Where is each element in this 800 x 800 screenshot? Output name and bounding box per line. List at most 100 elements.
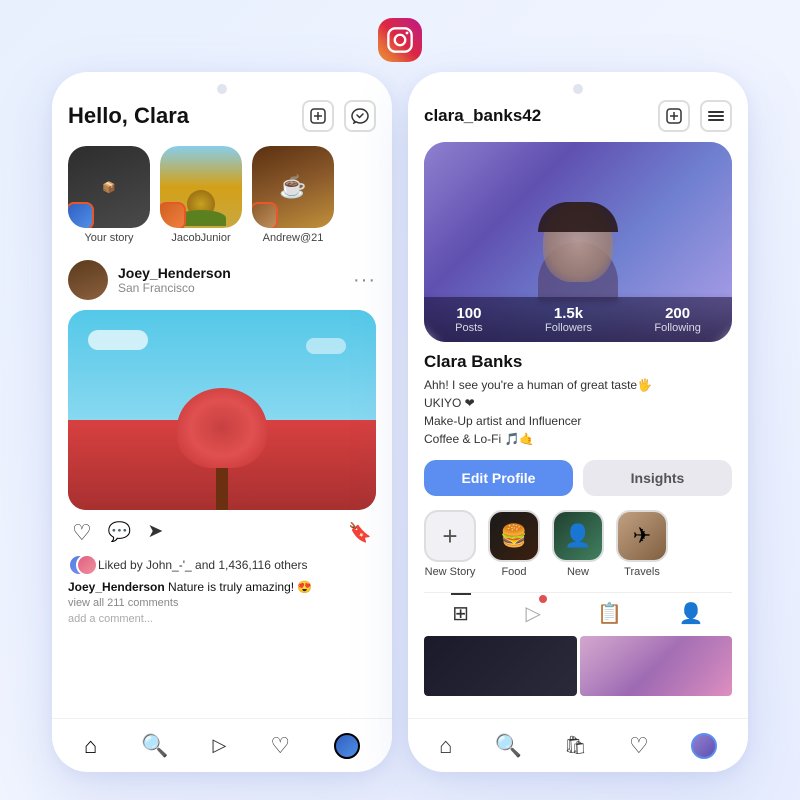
profile-display-name: Clara Banks bbox=[424, 352, 732, 372]
stat-following: 200 Following bbox=[654, 305, 700, 334]
stat-followers: 1.5k Followers bbox=[545, 305, 592, 334]
stat-following-label: Following bbox=[654, 322, 700, 334]
post-username: Joey_Henderson bbox=[118, 265, 231, 281]
grid-tab-tagged[interactable]: 👤 bbox=[679, 601, 704, 626]
story-label-andrew: Andrew@21 bbox=[263, 232, 324, 244]
highlight-new-label: New bbox=[567, 566, 589, 578]
highlight-travels[interactable]: ✈ Travels bbox=[616, 510, 668, 578]
post-actions: ♡ 💬 ➤ 🔖 bbox=[68, 520, 376, 546]
left-phone-header: Hello, Clara bbox=[68, 100, 376, 132]
story-img-jacob bbox=[160, 146, 242, 228]
stat-posts-number: 100 bbox=[455, 305, 483, 322]
profile-bio: Ahh! I see you're a human of great taste… bbox=[424, 376, 732, 448]
post-image bbox=[68, 310, 376, 510]
story-label-your-story: Your story bbox=[84, 232, 133, 244]
story-item-your-story[interactable]: 📦 Your story bbox=[68, 146, 150, 244]
left-phone: Hello, Clara bbox=[52, 72, 392, 772]
view-comments[interactable]: view all 211 comments bbox=[68, 597, 376, 609]
highlight-food[interactable]: 🍔 Food bbox=[488, 510, 540, 578]
grid-tabs: ⊞ ▷ 📋 👤 bbox=[424, 592, 732, 632]
right-nav-profile[interactable] bbox=[691, 733, 717, 759]
instagram-logo bbox=[378, 18, 422, 62]
highlight-travels-label: Travels bbox=[624, 566, 660, 578]
add-comment-input[interactable]: add a comment... bbox=[68, 613, 376, 625]
stat-posts: 100 Posts bbox=[455, 305, 483, 334]
post-options-button[interactable]: ··· bbox=[353, 269, 376, 292]
nav-home-button[interactable]: ⌂ bbox=[84, 733, 97, 759]
comment-button[interactable]: 💬 bbox=[108, 520, 132, 546]
nav-reels-button[interactable]: ▷ bbox=[213, 735, 227, 756]
bio-line1: Ahh! I see you're a human of great taste… bbox=[424, 378, 652, 392]
likes-text: Liked by John_-'_ and 1,436,116 others bbox=[98, 558, 308, 572]
like-button[interactable]: ♡ bbox=[72, 520, 92, 546]
bio-line2: UKIYO ❤ bbox=[424, 396, 475, 410]
highlight-food-circle: 🍔 bbox=[488, 510, 540, 562]
stat-followers-label: Followers bbox=[545, 322, 592, 334]
highlight-travels-circle: ✈ bbox=[616, 510, 668, 562]
story-item-jacob[interactable]: JacobJunior bbox=[160, 146, 242, 244]
post-caption: Joey_Henderson Nature is truly amazing! … bbox=[68, 580, 376, 594]
story-img-andrew: ☕ bbox=[252, 146, 334, 228]
right-header-icons bbox=[658, 100, 732, 132]
nav-likes-button[interactable]: ♡ bbox=[270, 733, 290, 759]
story-img-your-story: 📦 bbox=[68, 146, 150, 228]
post-actions-left: ♡ 💬 ➤ bbox=[72, 520, 163, 546]
post-user-details: Joey_Henderson San Francisco bbox=[118, 265, 231, 295]
grid-tab-reels[interactable]: ▷ bbox=[526, 601, 541, 626]
post-location: San Francisco bbox=[118, 281, 231, 295]
grid-tab-igtv[interactable]: 📋 bbox=[597, 601, 622, 626]
highlight-food-label: Food bbox=[501, 566, 526, 578]
profile-stats: 100 Posts 1.5k Followers 200 Following bbox=[424, 297, 732, 342]
post-user-avatar bbox=[68, 260, 108, 300]
likes-avatars bbox=[68, 554, 92, 576]
story-label-jacob: JacobJunior bbox=[171, 232, 230, 244]
right-nav-shop[interactable]: 🛍 bbox=[564, 735, 587, 756]
right-phone: clara_banks42 bbox=[408, 72, 748, 772]
highlight-new-story-label: New Story bbox=[425, 566, 476, 578]
post-user-info: Joey_Henderson San Francisco bbox=[68, 260, 231, 300]
bottom-nav-right: ⌂ 🔍 🛍 ♡ bbox=[408, 718, 748, 772]
post-header: Joey_Henderson San Francisco ··· bbox=[68, 260, 376, 300]
right-nav-home[interactable]: ⌂ bbox=[439, 733, 452, 759]
profile-cover: 100 Posts 1.5k Followers 200 Following bbox=[424, 142, 732, 342]
insights-button[interactable]: Insights bbox=[583, 460, 732, 496]
phones-container: Hello, Clara bbox=[32, 72, 768, 772]
reels-badge bbox=[539, 595, 547, 603]
stories-row: 📦 Your story JacobJunior bbox=[68, 146, 376, 244]
save-button[interactable]: 🔖 bbox=[348, 521, 372, 545]
add-post-button[interactable] bbox=[302, 100, 334, 132]
highlight-add-circle: + bbox=[424, 510, 476, 562]
post-likes: Liked by John_-'_ and 1,436,116 others bbox=[68, 554, 376, 576]
edit-profile-button[interactable]: Edit Profile bbox=[424, 460, 573, 496]
highlight-new-story[interactable]: + New Story bbox=[424, 510, 476, 578]
stat-followers-number: 1.5k bbox=[545, 305, 592, 322]
header-icons bbox=[302, 100, 376, 132]
bio-line3: Make-Up artist and Influencer bbox=[424, 414, 581, 428]
profile-action-buttons: Edit Profile Insights bbox=[424, 460, 732, 496]
share-button[interactable]: ➤ bbox=[147, 520, 163, 546]
profile-username-header: clara_banks42 bbox=[424, 106, 541, 126]
story-item-andrew[interactable]: ☕ Andrew@21 bbox=[252, 146, 334, 244]
bottom-nav-left: ⌂ 🔍 ▷ ♡ bbox=[52, 718, 392, 772]
grid-thumb-2[interactable] bbox=[580, 636, 733, 696]
right-nav-likes[interactable]: ♡ bbox=[629, 733, 649, 759]
right-phone-header: clara_banks42 bbox=[424, 100, 732, 132]
profile-grid bbox=[424, 636, 732, 696]
right-nav-search[interactable]: 🔍 bbox=[495, 733, 522, 759]
highlight-new-circle: 👤 bbox=[552, 510, 604, 562]
bio-line4: Coffee & Lo-Fi 🎵🤙 bbox=[424, 432, 534, 446]
highlight-new[interactable]: 👤 New bbox=[552, 510, 604, 578]
nav-profile-button[interactable] bbox=[334, 733, 360, 759]
grid-thumb-1[interactable] bbox=[424, 636, 577, 696]
stat-posts-label: Posts bbox=[455, 322, 483, 334]
right-add-button[interactable] bbox=[658, 100, 690, 132]
caption-username: Joey_Henderson bbox=[68, 580, 165, 594]
grid-tab-posts[interactable]: ⊞ bbox=[452, 601, 469, 626]
caption-text: Nature is truly amazing! 😍 bbox=[168, 580, 312, 594]
nav-search-button[interactable]: 🔍 bbox=[141, 733, 168, 759]
right-menu-button[interactable] bbox=[700, 100, 732, 132]
greeting-text: Hello, Clara bbox=[68, 103, 189, 129]
messenger-button[interactable] bbox=[344, 100, 376, 132]
stat-following-number: 200 bbox=[654, 305, 700, 322]
highlights-row: + New Story 🍔 Food 👤 New bbox=[424, 510, 732, 578]
